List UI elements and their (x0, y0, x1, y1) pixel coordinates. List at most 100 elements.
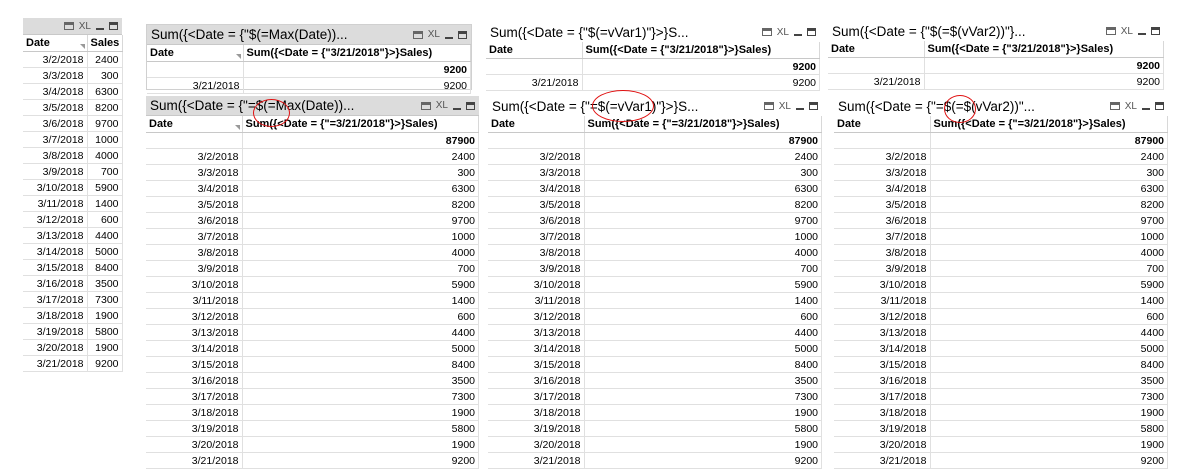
col-date-header[interactable]: Date (146, 116, 243, 133)
table-row[interactable]: 3/16/2018 3500 (488, 372, 822, 389)
table-row[interactable]: 3/19/2018 5800 (834, 420, 1168, 437)
maximize-icon[interactable] (1155, 102, 1164, 110)
print-icon[interactable] (763, 102, 774, 110)
table-row[interactable]: 3/6/2018 9700 (488, 212, 822, 229)
table-row[interactable]: 3/6/2018 9700 (146, 212, 479, 229)
table-row[interactable]: 3/17/2018 7300 (146, 388, 479, 405)
maximize-icon[interactable] (466, 101, 475, 110)
table-row[interactable]: 3/19/2018 5800 (488, 420, 822, 437)
table-row[interactable]: 3/12/2018 600 (834, 308, 1168, 325)
table-row[interactable]: 3/15/2018 8400 (834, 356, 1168, 373)
table-row[interactable]: 3/16/2018 3500 (23, 275, 123, 292)
xl-export-icon[interactable]: XL (1121, 26, 1133, 37)
maximize-icon[interactable] (807, 28, 816, 36)
table-row[interactable]: 3/13/2018 4400 (834, 324, 1168, 341)
table-row[interactable]: 3/7/2018 1000 (488, 228, 822, 245)
print-icon[interactable] (1105, 27, 1116, 35)
sort-icon[interactable] (234, 125, 240, 130)
table-row[interactable]: 3/21/2018 9200 (23, 355, 123, 372)
table-row[interactable]: 3/20/2018 1900 (488, 436, 822, 453)
table-row[interactable]: 3/5/2018 8200 (834, 196, 1168, 213)
table-row[interactable]: 3/3/2018 300 (23, 67, 123, 84)
table-row[interactable]: 3/4/2018 6300 (488, 180, 822, 197)
table-row[interactable]: 3/9/2018 700 (146, 260, 479, 277)
table-row[interactable]: 3/9/2018 700 (23, 163, 123, 180)
xl-export-icon[interactable]: XL (777, 27, 789, 38)
table-row[interactable]: 3/7/2018 1000 (834, 228, 1168, 245)
table-row[interactable]: 3/4/2018 6300 (834, 180, 1168, 197)
source-table-caption[interactable]: XL (23, 18, 122, 35)
table-row[interactable]: 3/17/2018 7300 (488, 388, 822, 405)
table-row[interactable]: 3/14/2018 5000 (23, 243, 123, 260)
col-expression-header[interactable]: Sum({<Date = {"3/21/2018"}>}Sales) (582, 42, 820, 59)
print-icon[interactable] (412, 30, 423, 39)
table-row[interactable]: 3/14/2018 5000 (146, 340, 479, 357)
table-row[interactable]: 3/11/2018 1400 (488, 292, 822, 309)
maximize-icon[interactable] (109, 22, 118, 30)
table-row[interactable]: 3/12/2018 600 (488, 308, 822, 325)
minimize-icon[interactable] (1138, 27, 1146, 35)
table-row[interactable]: 3/13/2018 4400 (488, 324, 822, 341)
table-row[interactable]: 3/10/2018 5900 (488, 276, 822, 293)
chart-caption[interactable]: Sum({<Date = {"$(=Max(Date))... XL (147, 25, 471, 45)
col-expression-header[interactable]: Sum({<Date = {"3/21/2018"}>}Sales) (924, 41, 1164, 58)
table-row[interactable]: 3/20/2018 1900 (834, 436, 1168, 453)
table-row[interactable]: 3/18/2018 1900 (23, 307, 123, 324)
top-chart-3[interactable]: Sum({<Date = {"$(=$(vVar2))"}... XL Date… (828, 21, 1164, 90)
minimize-icon[interactable] (794, 28, 802, 36)
table-row[interactable]: 3/18/2018 1900 (146, 404, 479, 421)
table-row[interactable]: 3/2/2018 2400 (23, 51, 123, 68)
print-icon[interactable] (1109, 102, 1120, 110)
table-row[interactable]: 3/18/2018 1900 (834, 404, 1168, 421)
xl-export-icon[interactable]: XL (428, 29, 440, 40)
table-row[interactable]: 3/14/2018 5000 (834, 340, 1168, 357)
table-row[interactable]: 3/20/2018 1900 (23, 339, 123, 356)
xl-export-icon[interactable]: XL (1125, 101, 1137, 112)
table-row[interactable]: 3/21/2018 9200 (834, 452, 1168, 469)
table-row[interactable]: 3/5/2018 8200 (488, 196, 822, 213)
table-row[interactable]: 3/5/2018 8200 (23, 99, 123, 116)
table-row[interactable]: 3/13/2018 4400 (146, 324, 479, 341)
table-row[interactable]: 3/10/2018 5900 (834, 276, 1168, 293)
xl-export-icon[interactable]: XL (79, 21, 91, 32)
bottom-chart-3[interactable]: Sum({<Date = {"=$(=$(vVar2))"... XL Date… (834, 95, 1168, 469)
table-row[interactable]: 3/17/2018 7300 (834, 388, 1168, 405)
table-row[interactable]: 3/17/2018 7300 (23, 291, 123, 308)
table-row[interactable]: 3/3/2018 300 (146, 164, 479, 181)
top-chart-2[interactable]: Sum({<Date = {"$(=vVar1)"}>}S... XL Date… (486, 22, 820, 91)
table-row[interactable]: 3/10/2018 5900 (23, 179, 123, 196)
maximize-icon[interactable] (458, 30, 467, 39)
table-row[interactable]: 3/3/2018 300 (488, 164, 822, 181)
table-row[interactable]: 3/3/2018 300 (834, 164, 1168, 181)
xl-export-icon[interactable]: XL (436, 100, 448, 111)
chart-caption[interactable]: Sum({<Date = {"$(=$(vVar2))"}... XL (828, 21, 1164, 41)
maximize-icon[interactable] (809, 102, 818, 110)
col-date-header[interactable]: Date (147, 45, 244, 62)
table-row[interactable]: 3/16/2018 3500 (834, 372, 1168, 389)
table-row[interactable]: 3/21/2018 9200 (147, 77, 471, 94)
table-row[interactable]: 3/18/2018 1900 (488, 404, 822, 421)
chart-caption[interactable]: Sum({<Date = {"$(=vVar1)"}>}S... XL (486, 22, 820, 42)
print-icon[interactable] (761, 28, 772, 36)
table-row[interactable]: 3/13/2018 4400 (23, 227, 123, 244)
table-row[interactable]: 3/15/2018 8400 (146, 356, 479, 373)
sort-icon[interactable] (235, 54, 241, 59)
table-row[interactable]: 3/9/2018 700 (488, 260, 822, 277)
table-row[interactable]: 3/16/2018 3500 (146, 372, 479, 389)
table-row[interactable]: 3/4/2018 6300 (146, 180, 479, 197)
print-icon[interactable] (63, 22, 74, 30)
top-chart-1[interactable]: Sum({<Date = {"$(=Max(Date))... XL Date … (146, 24, 472, 94)
print-icon[interactable] (420, 101, 431, 110)
table-row[interactable]: 3/2/2018 2400 (834, 148, 1168, 165)
table-row[interactable]: 3/21/2018 9200 (828, 73, 1164, 90)
minimize-icon[interactable] (96, 22, 104, 30)
minimize-icon[interactable] (453, 102, 461, 110)
bottom-chart-2[interactable]: Sum({<Date = {"=$(=vVar1)"}>}S... XL Dat… (488, 90, 822, 469)
table-row[interactable]: 3/6/2018 9700 (23, 115, 123, 132)
table-row[interactable]: 3/21/2018 9200 (488, 452, 822, 469)
table-row[interactable]: 3/2/2018 2400 (146, 148, 479, 165)
table-row[interactable]: 3/11/2018 1400 (834, 292, 1168, 309)
table-row[interactable]: 3/12/2018 600 (146, 308, 479, 325)
table-row[interactable]: 3/7/2018 1000 (23, 131, 123, 148)
table-row[interactable]: 3/15/2018 8400 (488, 356, 822, 373)
